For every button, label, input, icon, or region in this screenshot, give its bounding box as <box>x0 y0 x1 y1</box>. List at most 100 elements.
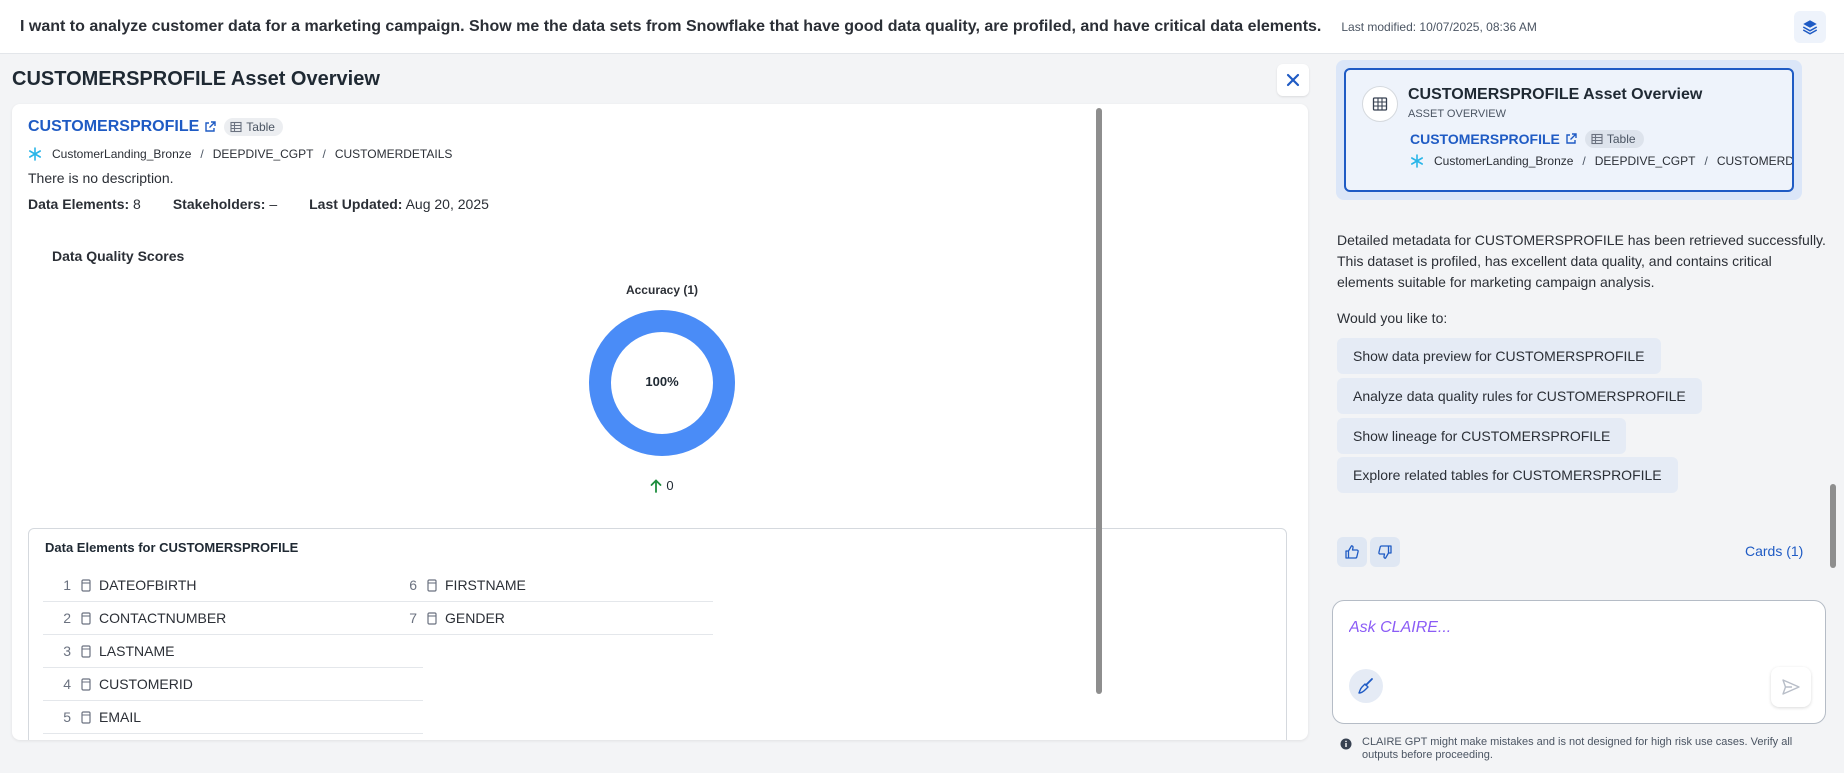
breadcrumb: CustomerLanding_Bronze / DEEPDIVE_CGPT /… <box>28 147 452 161</box>
column-icon <box>81 644 91 658</box>
layers-button[interactable] <box>1794 11 1826 43</box>
suggestion-lineage[interactable]: Show lineage for CUSTOMERSPROFILE <box>1337 418 1627 454</box>
reference-asset-link[interactable]: CUSTOMERSPROFILE <box>1410 131 1560 147</box>
type-label: Table <box>1606 132 1636 146</box>
data-element-number: 2 <box>63 610 71 626</box>
stat-data-elements: Data Elements: 8 <box>28 196 141 212</box>
reference-card-title: CUSTOMERSPROFILE Asset Overview <box>1408 86 1703 103</box>
thumbs-down-button[interactable] <box>1370 537 1400 567</box>
disclaimer: CLAIRE GPT might make mistakes and is no… <box>1340 736 1830 762</box>
send-button[interactable] <box>1771 667 1811 707</box>
data-element-row[interactable]: 7 GENDER <box>389 602 713 635</box>
breadcrumb-separator: / <box>1704 154 1708 168</box>
data-element-number: 6 <box>409 577 417 593</box>
close-button[interactable] <box>1277 64 1309 96</box>
external-link-icon[interactable] <box>1565 133 1577 145</box>
type-label: Table <box>246 120 275 134</box>
data-element-name: CUSTOMERID <box>99 676 193 692</box>
chat-panel: CUSTOMERSPROFILE Asset Overview ASSET OV… <box>1322 54 1844 773</box>
follow-up-prompt: Would you like to: <box>1337 310 1448 326</box>
page-title: CUSTOMERSPROFILE Asset Overview <box>12 68 380 90</box>
asset-card: CUSTOMERSPROFILE Table CustomerLanding_B… <box>12 104 1308 740</box>
suggestion-data-preview[interactable]: Show data preview for CUSTOMERSPROFILE <box>1337 338 1661 374</box>
data-element-name: LASTNAME <box>99 643 175 659</box>
table-icon <box>230 121 242 133</box>
data-element-name: EMAIL <box>99 709 142 725</box>
chat-input-box <box>1332 600 1826 724</box>
data-quality-title: Data Quality Scores <box>52 248 185 264</box>
breadcrumb-schema[interactable]: DEEPDIVE_CGPT <box>1595 154 1696 168</box>
data-element-row[interactable]: 1 DATEOFBIRTH <box>43 569 423 602</box>
data-element-name: GENDER <box>445 610 505 626</box>
thumbs-up-button[interactable] <box>1337 537 1367 567</box>
column-icon <box>81 611 91 625</box>
data-element-number: 5 <box>63 709 71 725</box>
data-element-row[interactable]: 3 LASTNAME <box>43 635 423 668</box>
snowflake-icon <box>28 147 42 161</box>
suggestion-quality-rules[interactable]: Analyze data quality rules for CUSTOMERS… <box>1337 378 1702 414</box>
data-element-number: 3 <box>63 643 71 659</box>
table-icon <box>1591 133 1603 145</box>
last-modified: Last modified: 10/07/2025, 08:36 AM <box>1341 19 1537 34</box>
data-element-name: DATEOFBIRTH <box>99 577 197 593</box>
reference-breadcrumb: CustomerLanding_Bronze / DEEPDIVE_CGPT /… <box>1410 154 1792 168</box>
breadcrumb-connection[interactable]: CustomerLanding_Bronze <box>52 147 191 161</box>
breadcrumb-separator: / <box>1582 154 1586 168</box>
assistant-reply: Detailed metadata for CUSTOMERSPROFILE h… <box>1337 232 1826 290</box>
breadcrumb-table[interactable]: CUSTOMERD <box>1717 154 1792 168</box>
data-elements-column-2: 6 FIRSTNAME 7 GENDER <box>389 569 713 635</box>
scrollbar-thumb[interactable] <box>1096 108 1102 694</box>
reference-card-wrapper: CUSTOMERSPROFILE Asset Overview ASSET OV… <box>1336 60 1802 200</box>
stat-stakeholders: Stakeholders: – <box>172 196 278 212</box>
column-icon <box>81 677 91 691</box>
info-icon <box>1340 738 1352 750</box>
data-element-row[interactable]: 6 FIRSTNAME <box>389 569 713 602</box>
chat-scrollbar-thumb[interactable] <box>1830 484 1836 568</box>
type-badge: Table <box>1584 130 1644 148</box>
top-bar: I want to analyze customer data for a ma… <box>0 0 1844 54</box>
asset-overview-panel: CUSTOMERSPROFILE Asset Overview CUSTOMER… <box>0 54 1322 773</box>
arrow-up-icon <box>650 478 662 493</box>
data-element-number: 7 <box>409 610 417 626</box>
breadcrumb-separator: / <box>322 147 326 161</box>
accuracy-score: 100% <box>645 374 679 389</box>
trend-value: 0 <box>666 478 674 493</box>
scrollbar[interactable] <box>1094 104 1104 740</box>
breadcrumb-schema[interactable]: DEEPDIVE_CGPT <box>213 147 314 161</box>
external-link-icon[interactable] <box>204 121 216 133</box>
asset-name-link[interactable]: CUSTOMERSPROFILE <box>28 118 199 136</box>
type-badge: Table <box>224 118 283 136</box>
breadcrumb-separator: / <box>200 147 204 161</box>
reference-card-subtitle: ASSET OVERVIEW <box>1408 108 1507 120</box>
column-icon <box>427 578 437 592</box>
accuracy-label: Accuracy (1) <box>625 283 699 297</box>
score-trend: 0 <box>632 478 692 493</box>
reference-card[interactable]: CUSTOMERSPROFILE Asset Overview ASSET OV… <box>1344 68 1794 192</box>
data-element-row[interactable]: 5 EMAIL <box>43 701 423 734</box>
data-element-row[interactable]: 4 CUSTOMERID <box>43 668 423 701</box>
thumbs-up-icon <box>1345 545 1359 559</box>
column-icon <box>81 710 91 724</box>
data-element-name: FIRSTNAME <box>445 577 526 593</box>
asset-stats: Data Elements: 8 Stakeholders: – Last Up… <box>28 196 521 212</box>
stat-last-updated: Last Updated: Aug 20, 2025 <box>309 196 489 212</box>
thumbs-down-icon <box>1378 545 1392 559</box>
close-icon <box>1286 73 1300 87</box>
data-element-row[interactable]: 2 CONTACTNUMBER <box>43 602 423 635</box>
column-icon <box>81 578 91 592</box>
user-prompt: I want to analyze customer data for a ma… <box>20 17 1322 35</box>
data-element-number: 1 <box>63 577 71 593</box>
disclaimer-text: CLAIRE GPT might make mistakes and is no… <box>1362 736 1793 761</box>
data-elements-column-1: 1 DATEOFBIRTH 2 CONTACTNUMBER 3 LASTNAME 4 CUST… <box>43 569 423 734</box>
brush-icon <box>1358 678 1373 694</box>
column-icon <box>427 611 437 625</box>
data-element-name: CONTACTNUMBER <box>99 610 227 626</box>
ask-claire-input[interactable] <box>1349 619 1769 637</box>
send-icon <box>1782 679 1800 695</box>
cards-link[interactable]: Cards (1) <box>1745 543 1803 559</box>
suggestion-related-tables[interactable]: Explore related tables for CUSTOMERSPROF… <box>1337 457 1678 493</box>
clear-chat-button[interactable] <box>1349 669 1383 703</box>
breadcrumb-table[interactable]: CUSTOMERDETAILS <box>335 147 453 161</box>
breadcrumb-connection[interactable]: CustomerLanding_Bronze <box>1434 154 1573 168</box>
asset-description: There is no description. <box>28 170 174 186</box>
